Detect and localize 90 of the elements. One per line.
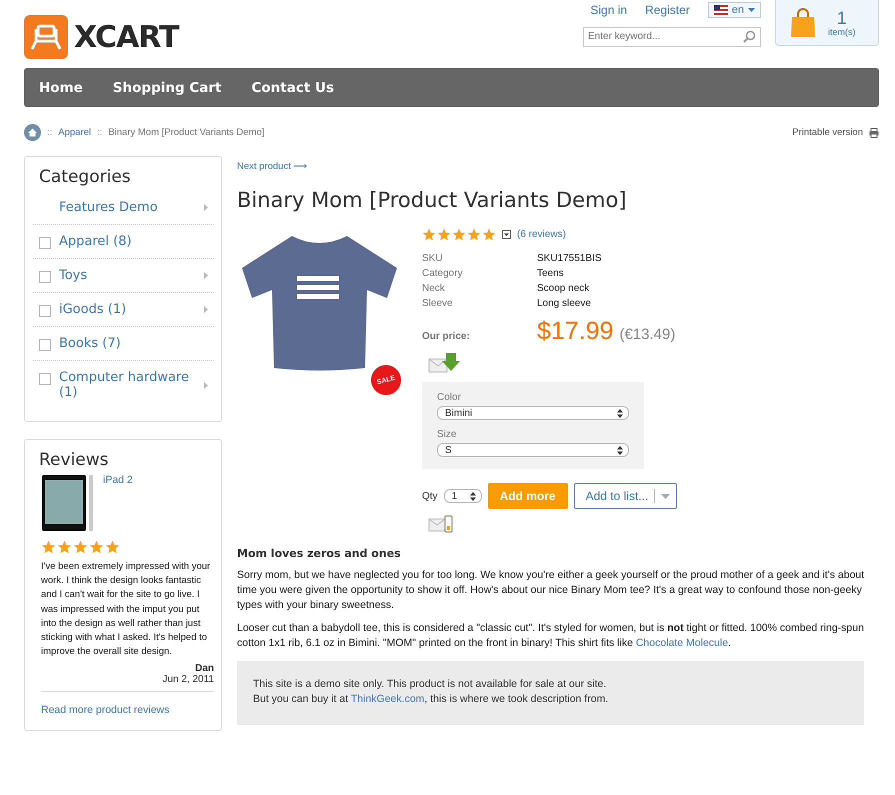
- nav-link[interactable]: Shopping Cart: [112, 80, 222, 96]
- checkbox[interactable]: [39, 339, 51, 351]
- expand-arrow-icon[interactable]: [204, 204, 208, 211]
- breadcrumb-link[interactable]: Apparel: [58, 127, 92, 138]
- attribute-value: Scoop neck: [537, 283, 590, 294]
- description-paragraph: Looser cut than a babydoll tee, this is considered a "classic cut". It's styled for women, but is not tight or fitted. 100% combed ring-spun cotton 1x1 rib, 6.1 oz in Bimini. "MOM" printed on the front in binary! This shirt fits like Chocolate Molecule.: [237, 621, 865, 651]
- envelope-phone-icon[interactable]: [428, 515, 454, 533]
- envelope-dollar-icon[interactable]: [428, 352, 460, 374]
- notice-text: But you can buy it at ThinkGeek.com, this is where we took description from.: [253, 692, 610, 707]
- star-icon: [57, 540, 72, 554]
- category-link[interactable]: Apparel (8): [59, 234, 208, 249]
- printable-version-link[interactable]: Printable version: [792, 127, 863, 138]
- updown-arrows-icon: [617, 408, 623, 418]
- review-date: Jun 2, 2011: [161, 674, 214, 686]
- category-link[interactable]: Features Demo: [59, 200, 196, 215]
- star-icon: [41, 540, 56, 554]
- printer-icon[interactable]: [869, 128, 879, 138]
- category-link[interactable]: iGoods (1): [59, 302, 196, 317]
- expand-arrow-icon[interactable]: [204, 272, 208, 279]
- star-icon: [89, 540, 104, 554]
- product-title: Binary Mom [Product Variants Demo]: [237, 188, 628, 212]
- star-icon: [105, 540, 120, 554]
- expand-arrow-icon[interactable]: [204, 382, 208, 388]
- breadcrumb-separator: ::: [47, 127, 52, 138]
- checkbox[interactable]: [39, 271, 51, 283]
- breadcrumb-separator: ::: [97, 127, 102, 138]
- category-link[interactable]: Computer hardware (1): [59, 370, 196, 400]
- nav-link[interactable]: Contact Us: [251, 80, 334, 96]
- add-to-list-button[interactable]: Add to list...: [574, 483, 678, 509]
- attribute-name: Neck: [422, 283, 446, 294]
- sign-in-link[interactable]: Sign in: [590, 3, 628, 17]
- checkbox[interactable]: [39, 305, 51, 317]
- updown-arrows-icon: [470, 492, 476, 500]
- attribute-name: SKU: [422, 253, 444, 264]
- caret-icon: [661, 494, 670, 498]
- star-icon: [73, 540, 88, 554]
- expand-arrow-icon[interactable]: [204, 306, 208, 313]
- flag-icon: [714, 5, 728, 15]
- attribute-value: Long sleeve: [537, 298, 592, 309]
- option-select[interactable]: S: [437, 443, 629, 457]
- reviews-link[interactable]: (6 reviews): [517, 229, 566, 240]
- option-label: Color: [437, 392, 462, 403]
- star-icon: [482, 228, 496, 241]
- register-link[interactable]: Register: [645, 3, 690, 17]
- logo-text[interactable]: XCART: [74, 20, 179, 54]
- review-text: I've been extremely impressed with your work. I think the design looks fantastic and I can't wait for the site to go live. I was impressed with the imput you put into the design as well rather than just sticking with what I asked. It's helped to improve the overall site design.: [41, 560, 212, 660]
- category-link[interactable]: Toys: [59, 268, 196, 283]
- panel-title: Categories: [39, 167, 132, 187]
- attribute-name: Sleeve: [422, 298, 454, 309]
- description-link[interactable]: Chocolate Molecule: [636, 637, 728, 649]
- nav-link[interactable]: Home: [39, 80, 83, 96]
- checkbox[interactable]: [39, 373, 51, 385]
- attribute-value: SKU17551BIS: [537, 253, 602, 264]
- quantity-label: Qty: [422, 490, 438, 502]
- option-select[interactable]: Bimini: [437, 406, 629, 420]
- search-field[interactable]: Enter keyword...: [583, 26, 761, 46]
- option-label: Size: [437, 429, 458, 440]
- description-paragraph: Sorry mom, but we have neglected you for too long. We know you're either a geek yourself or the proud mother of a geek and it's about time you were given the opportunity to show it off. How's about our nice Binary Mom tee? It's a great way to confound those non-geeky types with your binary sweetness.: [237, 568, 866, 613]
- dropdown-icon[interactable]: [502, 230, 511, 239]
- notice-text: This site is a demo site only. This product is not available for sale at our site.: [253, 677, 608, 692]
- price-label: Our price:: [422, 331, 471, 342]
- star-icon: [422, 228, 436, 241]
- breadcrumb-current: Binary Mom [Product Variants Demo]: [108, 127, 264, 138]
- quantity-select[interactable]: 1: [444, 489, 482, 503]
- panel-title: Reviews: [39, 450, 110, 470]
- description-title: Mom loves zeros and ones: [237, 547, 402, 560]
- cart-count: 1: [836, 8, 847, 26]
- source-link[interactable]: ThinkGeek.com: [350, 693, 424, 705]
- cart-label: item(s): [828, 26, 856, 36]
- home-icon[interactable]: [24, 124, 41, 141]
- star-icon: [467, 228, 481, 241]
- review-product-link[interactable]: iPad 2: [103, 474, 133, 534]
- attribute-name: Category: [422, 268, 464, 279]
- attribute-value: Teens: [537, 268, 565, 279]
- more-reviews-link[interactable]: Read more product reviews: [41, 704, 170, 716]
- next-product-link[interactable]: Next product ⟶: [237, 161, 308, 172]
- category-link[interactable]: Books (7): [59, 336, 208, 351]
- star-icon: [437, 228, 451, 241]
- shopping-bag-icon: [790, 8, 816, 38]
- search-icon[interactable]: [743, 30, 756, 43]
- checkbox[interactable]: [39, 237, 51, 249]
- price: $17.99: [537, 317, 614, 346]
- updown-arrows-icon: [617, 446, 623, 454]
- review-author: Dan: [194, 663, 214, 674]
- star-icon: [452, 228, 466, 241]
- caret-icon: [748, 8, 755, 12]
- logo-icon: [24, 15, 68, 59]
- language-selector[interactable]: en: [708, 2, 761, 18]
- alternate-price: (€13.49): [619, 326, 676, 343]
- cart-widget[interactable]: 1 item(s): [775, 0, 879, 46]
